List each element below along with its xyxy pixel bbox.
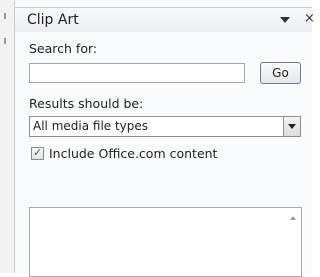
search-for-label: Search for: xyxy=(29,41,98,56)
go-button[interactable]: Go xyxy=(260,62,301,84)
pane-title: Clip Art xyxy=(27,12,79,28)
checkmark-icon: ✓ xyxy=(33,146,43,159)
results-scrollbar[interactable] xyxy=(285,208,301,276)
media-type-select[interactable]: All media file types xyxy=(29,116,301,137)
select-dropdown-button[interactable] xyxy=(283,117,300,136)
search-input[interactable] xyxy=(29,63,245,83)
media-type-selected-value: All media file types xyxy=(33,119,149,133)
clip-art-pane: Clip Art × Search for: Go Results should… xyxy=(14,0,315,277)
close-pane-button[interactable]: × xyxy=(304,11,315,26)
include-office-checkbox[interactable]: ✓ xyxy=(31,146,44,160)
pane-options-dropdown-icon[interactable] xyxy=(280,17,290,23)
results-list[interactable] xyxy=(29,207,302,277)
gutter-mark xyxy=(4,13,6,19)
pane-header: Clip Art × xyxy=(15,7,315,32)
include-office-label[interactable]: Include Office.com content xyxy=(49,146,217,161)
gutter-mark xyxy=(4,38,6,44)
results-should-be-label: Results should be: xyxy=(29,96,144,111)
scroll-up-arrow-icon[interactable] xyxy=(290,216,296,220)
chevron-down-icon xyxy=(288,124,296,129)
left-gutter xyxy=(0,0,14,273)
